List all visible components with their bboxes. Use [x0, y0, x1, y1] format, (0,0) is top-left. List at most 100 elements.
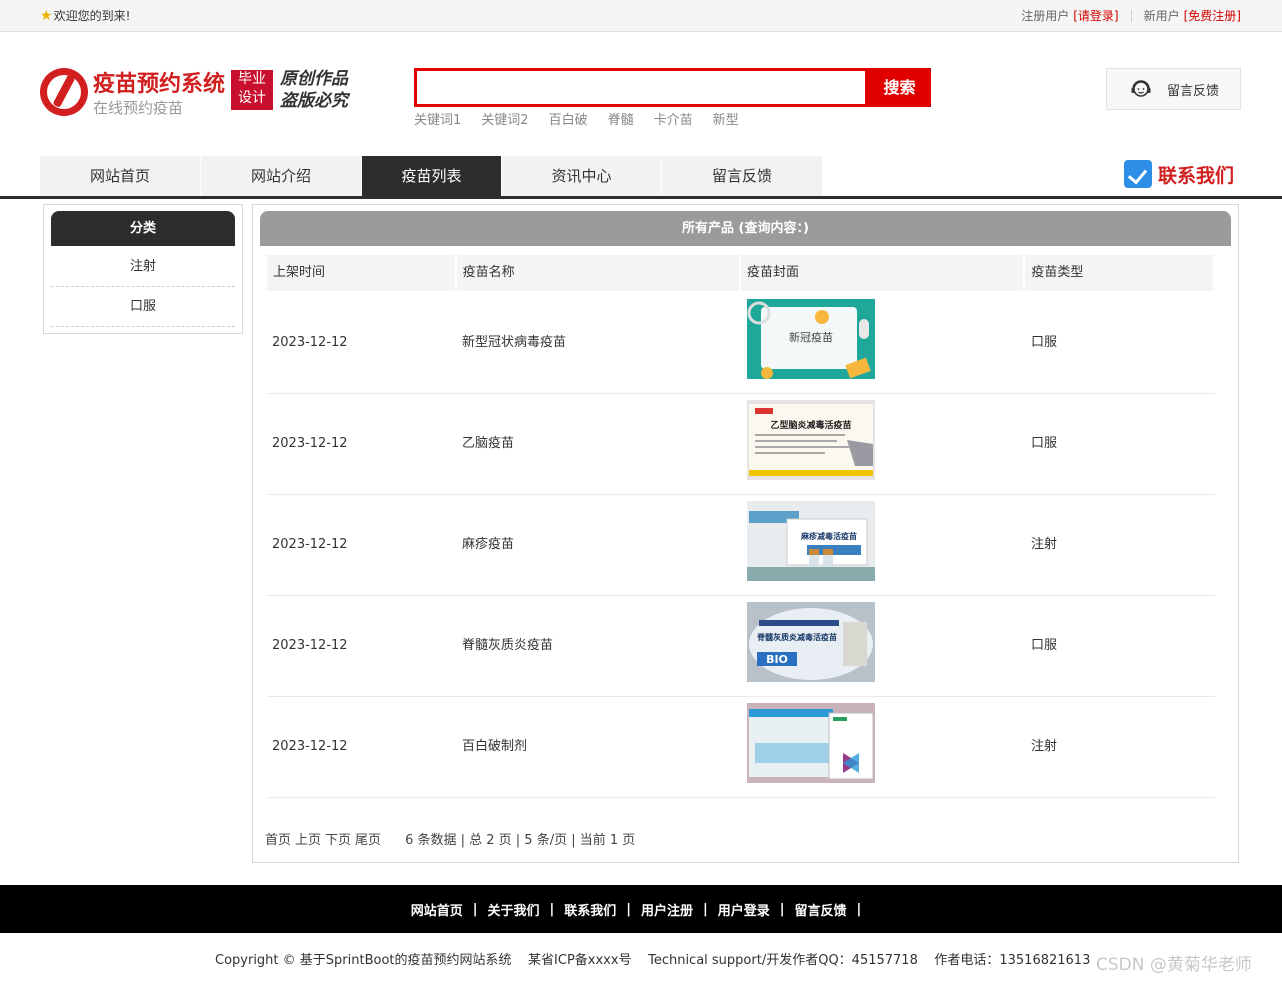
footer-link-feedback[interactable]: 留言反馈 — [795, 900, 847, 919]
cover-text: 脊髓灰质炎减毒活疫苗 — [756, 632, 837, 642]
column-header: 疫苗类型 — [1025, 255, 1213, 291]
cover-text: 乙型脑炎减毒活疫苗 — [770, 419, 851, 431]
main-nav: 网站首页 网站介绍 疫苗列表 资讯中心 留言反馈 — [40, 156, 823, 196]
slogan-line-1: 原创作品 — [280, 69, 348, 89]
search-box — [414, 68, 868, 107]
slogan: 原创作品 盗版必究 — [280, 68, 348, 112]
row-name[interactable]: 麻疹疫苗 — [462, 495, 514, 595]
row-date: 2023-12-12 — [272, 638, 348, 653]
search-input[interactable] — [417, 71, 865, 104]
next-page-link[interactable]: 下页 — [325, 829, 351, 848]
nav-item-vaccine-list[interactable]: 疫苗列表 — [362, 156, 501, 196]
row-name[interactable]: 脊髓灰质炎疫苗 — [462, 596, 553, 696]
row-type: 口服 — [1031, 436, 1058, 451]
keyword-link[interactable]: 脊髓 — [608, 109, 634, 128]
table-row[interactable]: 2023-12-12 乙脑疫苗 乙型脑炎减毒活疫苗 口服 — [267, 394, 1215, 495]
search-button[interactable]: 搜索 — [868, 68, 931, 107]
pagination-info: 6 条数据 | 总 2 页 | 5 条/页 | 当前 1 页 — [405, 833, 636, 848]
keyword-link[interactable]: 百白破 — [549, 109, 588, 128]
table-row[interactable]: 2023-12-12 新型冠状病毒疫苗 新冠疫苗 口服 — [267, 293, 1215, 394]
prev-page-link[interactable]: 上页 — [295, 829, 321, 848]
table-header: 上架时间 疫苗名称 疫苗封面 疫苗类型 — [267, 255, 1215, 291]
feedback-button[interactable]: 留言反馈 — [1106, 68, 1241, 110]
table-row[interactable]: 2023-12-12 百白破制剂 注射 — [267, 697, 1215, 798]
nav-item-about[interactable]: 网站介绍 — [201, 156, 361, 196]
footer-nav: 网站首页 | 关于我们 | 联系我们 | 用户注册 | 用户登录 | 留言反馈 | — [0, 885, 1282, 933]
welcome-message: ★ 欢迎您的到来! — [40, 7, 130, 24]
column-header: 疫苗名称 — [456, 255, 739, 291]
check-icon — [1124, 160, 1152, 188]
graduation-badge: 毕业 设计 — [231, 70, 273, 110]
footer-link-home[interactable]: 网站首页 — [411, 900, 463, 919]
column-header: 上架时间 — [267, 255, 455, 291]
row-name[interactable]: 百白破制剂 — [462, 697, 527, 797]
nav-item-home[interactable]: 网站首页 — [40, 156, 200, 196]
footer-link-about[interactable]: 关于我们 — [487, 900, 539, 919]
contact-us-link[interactable]: 联系我们 — [1124, 160, 1234, 188]
login-link[interactable]: [请登录] — [1073, 7, 1118, 24]
footer-link-login[interactable]: 用户登录 — [718, 900, 770, 919]
row-name[interactable]: 新型冠状病毒疫苗 — [462, 293, 566, 393]
divider: | — [626, 901, 631, 917]
first-page-link[interactable]: 首页 — [265, 829, 291, 848]
star-icon: ★ — [40, 7, 53, 24]
vaccine-cover-image[interactable]: 脊髓灰质炎减毒活疫苗 BIO — [747, 602, 875, 682]
feedback-button-label: 留言反馈 — [1167, 83, 1220, 99]
divider: | — [549, 901, 555, 917]
vaccine-cover-image[interactable] — [747, 703, 875, 783]
register-link[interactable]: [免费注册] — [1184, 7, 1241, 24]
hot-keywords: 关键词1 关键词2 百白破 脊髓 卡介苗 新型 — [414, 109, 759, 128]
row-date: 2023-12-12 — [272, 436, 348, 451]
divider — [1130, 9, 1132, 22]
welcome-text: 欢迎您的到来! — [53, 9, 131, 23]
account-links: 注册用户 [请登录] 新用户 [免费注册] — [1021, 7, 1241, 24]
nav-item-news[interactable]: 资讯中心 — [502, 156, 661, 196]
row-name[interactable]: 乙脑疫苗 — [462, 394, 514, 494]
cover-text: 麻疹减毒活疫苗 — [800, 531, 857, 541]
watermark: CSDN @黄菊华老师 — [1096, 955, 1252, 975]
keyword-link[interactable]: 卡介苗 — [654, 109, 693, 128]
nav-underline — [0, 196, 1282, 199]
site-name[interactable]: 疫苗预约系统 — [93, 66, 225, 98]
vaccine-cover-image[interactable]: 乙型脑炎减毒活疫苗 — [747, 400, 875, 480]
product-panel: 所有产品 (查询内容：) 上架时间 疫苗名称 疫苗封面 疫苗类型 2023-12… — [252, 204, 1239, 863]
slogan-line-2: 盗版必究 — [280, 91, 348, 111]
row-date: 2023-12-12 — [272, 537, 348, 552]
category-oral[interactable]: 口服 — [51, 287, 235, 327]
panel-title: 所有产品 (查询内容：) — [260, 211, 1231, 246]
table-row[interactable]: 2023-12-12 麻疹疫苗 麻疹减毒活疫苗 注射 — [267, 495, 1215, 596]
site-subtitle: 在线预约疫苗 — [93, 99, 184, 117]
row-type: 口服 — [1031, 335, 1058, 350]
footer-link-register[interactable]: 用户注册 — [641, 900, 693, 919]
cover-text: 新冠疫苗 — [789, 330, 833, 344]
pagination: 首页 上页 下页 尾页 6 条数据 | 总 2 页 | 5 条/页 | 当前 1… — [265, 829, 639, 848]
nav-item-feedback[interactable]: 留言反馈 — [662, 156, 822, 196]
vaccine-cover-image[interactable]: 麻疹减毒活疫苗 — [747, 501, 875, 581]
row-type: 注射 — [1031, 739, 1058, 754]
badge-line-2: 设计 — [238, 90, 266, 106]
divider: | — [472, 901, 478, 917]
row-type: 口服 — [1031, 638, 1058, 653]
copyright-text: Copyright © 基于SprintBoot的疫苗预约网站系统 某省ICP备… — [215, 953, 1091, 968]
divider: | — [703, 901, 708, 917]
footer-link-contact[interactable]: 联系我们 — [564, 900, 616, 919]
divider: | — [856, 901, 862, 917]
badge-line-1: 毕业 — [238, 71, 266, 87]
category-injection[interactable]: 注射 — [51, 247, 235, 287]
column-header: 疫苗封面 — [741, 255, 1024, 291]
new-user-label: 新用户 — [1143, 9, 1180, 23]
row-date: 2023-12-12 — [272, 335, 348, 350]
registered-user-label: 注册用户 — [1021, 9, 1070, 23]
contact-us-label: 联系我们 — [1158, 164, 1235, 187]
last-page-link[interactable]: 尾页 — [355, 829, 381, 848]
category-title: 分类 — [51, 211, 235, 246]
logo-icon[interactable] — [40, 68, 88, 116]
table-row[interactable]: 2023-12-12 脊髓灰质炎疫苗 脊髓灰质炎减毒活疫苗 BIO 口服 — [267, 596, 1215, 697]
divider: | — [779, 901, 785, 917]
vaccine-cover-image[interactable]: 新冠疫苗 — [747, 299, 875, 379]
keyword-link[interactable]: 新型 — [713, 109, 739, 128]
headset-icon — [1131, 80, 1151, 97]
top-bar: ★ 欢迎您的到来! 注册用户 [请登录] 新用户 [免费注册] — [0, 0, 1282, 32]
keyword-link[interactable]: 关键词2 — [481, 109, 528, 128]
keyword-link[interactable]: 关键词1 — [414, 109, 461, 128]
